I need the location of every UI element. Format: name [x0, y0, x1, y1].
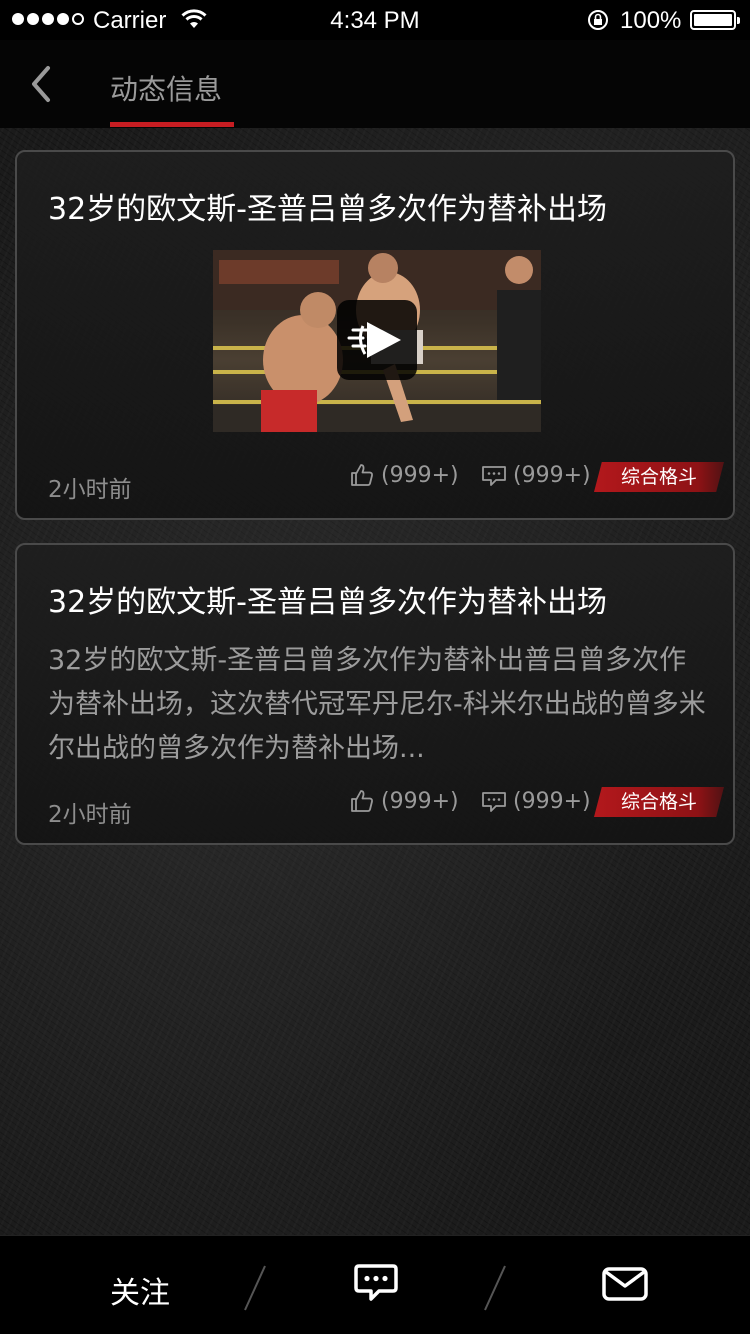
post-time: 2小时前	[48, 477, 132, 503]
like-count: (999+)	[381, 788, 459, 814]
comment-button[interactable]: (999+)	[481, 462, 591, 488]
bottom-tab-bar: 关注	[0, 1235, 750, 1334]
chat-bubble-icon	[354, 1264, 398, 1301]
follow-button[interactable]: 关注	[0, 1236, 250, 1334]
feed-card-title: 32岁的欧文斯-圣普吕曾多次作为替补出场	[48, 585, 607, 620]
play-button[interactable]	[337, 300, 417, 380]
tab-active-indicator	[110, 122, 234, 127]
feed-card[interactable]: 32岁的欧文斯-圣普吕曾多次作为替补出场 32岁的欧文斯-圣普吕曾多次作为替补出…	[15, 543, 735, 845]
category-tag[interactable]: 综合格斗	[594, 462, 724, 492]
feed-card-title: 32岁的欧文斯-圣普吕曾多次作为替补出场	[48, 192, 607, 227]
back-chevron-icon[interactable]	[24, 62, 64, 106]
feed-card-excerpt: 32岁的欧文斯-圣普吕曾多次作为替补出普吕曾多次作为替补出场，这次替代冠军丹尼尔…	[48, 645, 706, 764]
battery-icon	[690, 10, 740, 30]
comment-icon	[482, 466, 506, 486]
thumbs-up-icon	[351, 464, 373, 486]
rotation-lock-icon	[588, 10, 608, 30]
follow-label: 关注	[110, 1276, 170, 1311]
feed-card[interactable]: 32岁的欧文斯-圣普吕曾多次作为替补出场 2小时前 (999+) (999+) …	[15, 150, 735, 520]
mail-icon	[602, 1267, 648, 1301]
thumbs-up-icon	[351, 790, 373, 812]
video-thumbnail[interactable]	[213, 250, 541, 432]
like-button[interactable]: (999+)	[349, 788, 459, 814]
comment-count: (999+)	[513, 462, 591, 488]
comment-count: (999+)	[513, 788, 591, 814]
status-bar: Carrier 4:34 PM 100%	[0, 0, 750, 40]
tab-news-feed-label: 动态信息	[110, 73, 223, 106]
battery-percent: 100%	[620, 7, 682, 34]
chat-button[interactable]	[250, 1236, 500, 1334]
like-button[interactable]: (999+)	[349, 462, 459, 488]
tab-news-feed[interactable]: 动态信息	[110, 40, 234, 128]
comment-button[interactable]: (999+)	[481, 788, 591, 814]
play-icon	[347, 322, 401, 358]
mail-button[interactable]	[500, 1236, 750, 1334]
category-tag[interactable]: 综合格斗	[594, 787, 724, 817]
like-count: (999+)	[381, 462, 459, 488]
nav-bar: 动态信息	[0, 40, 750, 128]
comment-icon	[482, 792, 506, 812]
post-time: 2小时前	[48, 802, 132, 828]
